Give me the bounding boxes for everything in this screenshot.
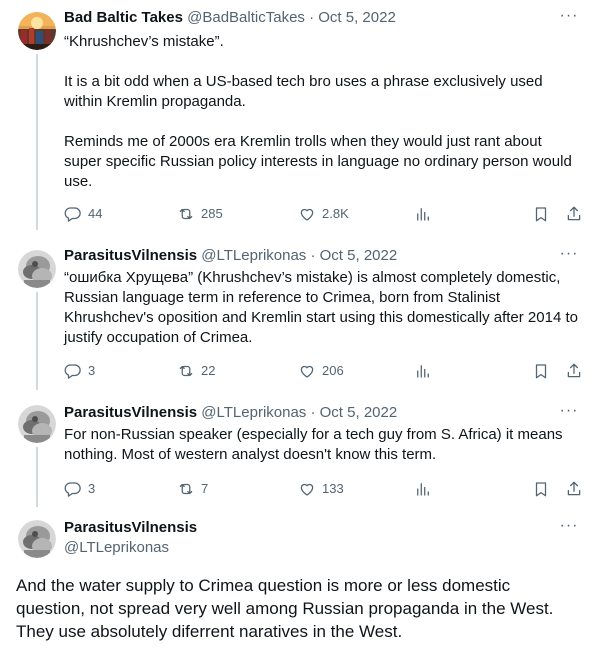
bookmark-button[interactable] [532,361,550,381]
views-button[interactable] [414,361,432,381]
focused-tweet-text: And the water supply to Crimea question … [16,576,554,641]
action-bar: 44 285 2.8K [64,204,584,224]
separator: · [310,247,316,264]
reply-icon [64,205,82,223]
tweet-text: “Khrushchev’s mistake”. It is a bit odd … [64,32,579,192]
reply-icon [64,362,82,380]
like-count: 206 [322,363,344,378]
retweet-count: 22 [201,363,216,378]
focused-tweet[interactable]: ParasitusVilnensis @LTLeprikonas ··· And… [0,518,593,656]
retweet-button[interactable]: 285 [177,204,223,224]
retweet-icon [177,205,195,223]
like-count: 133 [322,481,344,496]
like-icon [298,362,316,380]
reply-button[interactable]: 44 [64,204,102,224]
like-button[interactable]: 2.8K [298,204,349,224]
tweet-text: For non-Russian speaker (especially for … [64,425,579,465]
retweet-icon [177,362,195,380]
share-button[interactable] [565,204,583,224]
tweet-date[interactable]: Oct 5, 2022 [318,9,396,26]
bookmark-icon [532,205,550,223]
retweet-button[interactable]: 7 [177,479,208,499]
display-name[interactable]: Bad Baltic Takes [64,9,183,26]
more-icon[interactable]: ··· [559,403,579,425]
like-icon [298,480,316,498]
action-bar: 3 22 206 [64,361,584,381]
tweet-paragraph: It is a bit odd when a US-based tech bro… [64,73,543,110]
tweet-paragraph: For non-Russian speaker (especially for … [64,426,563,463]
views-icon [414,480,432,498]
reply-count: 3 [88,363,96,378]
reply-count: 3 [88,481,96,496]
more-icon[interactable]: ··· [559,518,579,540]
share-button[interactable] [565,479,583,499]
share-icon [565,362,583,380]
reply-icon [64,480,82,498]
retweet-icon [177,480,195,498]
tweet-paragraph: “ошибка Хрущева” (Khrushchev’s mistake) … [64,269,578,346]
thread-line [36,54,38,230]
reply-button[interactable]: 3 [64,361,95,381]
tweet-paragraph: “Khrushchev’s mistake”. [64,33,224,50]
tweet-2[interactable]: ParasitusVilnensis @LTLeprikonas · Oct 5… [0,246,593,390]
views-icon [414,362,432,380]
reply-button[interactable]: 3 [64,479,95,499]
retweet-button[interactable]: 22 [177,361,215,381]
bookmark-icon [532,362,550,380]
action-bar: 3 7 133 [64,479,584,499]
reply-count: 44 [88,206,103,221]
more-icon[interactable]: ··· [559,246,579,268]
author-block: ParasitusVilnensis @LTLeprikonas [64,518,197,558]
like-icon [298,205,316,223]
share-icon [565,205,583,223]
views-icon [414,205,432,223]
more-icon[interactable]: ··· [559,8,579,30]
display-name[interactable]: ParasitusVilnensis [64,247,197,264]
avatar[interactable] [18,405,56,443]
retweet-count: 285 [201,206,223,221]
tweet-header: Bad Baltic Takes @BadBalticTakes · Oct 5… [64,8,396,28]
avatar[interactable] [18,520,56,558]
views-button[interactable] [414,479,432,499]
user-handle[interactable]: @LTLeprikonas [201,404,306,421]
display-name[interactable]: ParasitusVilnensis [64,518,197,538]
avatar[interactable] [18,12,56,50]
tweet-3[interactable]: ParasitusVilnensis @LTLeprikonas · Oct 5… [0,403,593,507]
like-button[interactable]: 133 [298,479,344,499]
avatar[interactable] [18,250,56,288]
share-icon [565,480,583,498]
user-handle[interactable]: @BadBalticTakes [187,9,305,26]
tweet-date[interactable]: Oct 5, 2022 [320,247,398,264]
user-handle[interactable]: @LTLeprikonas [64,538,197,558]
tweet-paragraph: Reminds me of 2000s era Kremlin trolls w… [64,133,572,190]
tweet-text: “ошибка Хрущева” (Khrushchev’s mistake) … [64,268,579,348]
like-button[interactable]: 206 [298,361,344,381]
bookmark-button[interactable] [532,204,550,224]
tweet-1[interactable]: Bad Baltic Takes @BadBalticTakes · Oct 5… [0,8,593,230]
separator: · [310,404,316,421]
retweet-count: 7 [201,481,209,496]
separator: · [309,9,315,26]
bookmark-icon [532,480,550,498]
thread-line [36,447,38,507]
bookmark-button[interactable] [532,479,550,499]
thread-line [36,292,38,390]
share-button[interactable] [565,361,583,381]
user-handle[interactable]: @LTLeprikonas [201,247,306,264]
views-button[interactable] [414,204,432,224]
tweet-header: ParasitusVilnensis @LTLeprikonas · Oct 5… [64,246,397,266]
like-count: 2.8K [322,206,349,221]
display-name[interactable]: ParasitusVilnensis [64,404,197,421]
tweet-header: ParasitusVilnensis @LTLeprikonas · Oct 5… [64,403,397,423]
tweet-date[interactable]: Oct 5, 2022 [320,404,398,421]
